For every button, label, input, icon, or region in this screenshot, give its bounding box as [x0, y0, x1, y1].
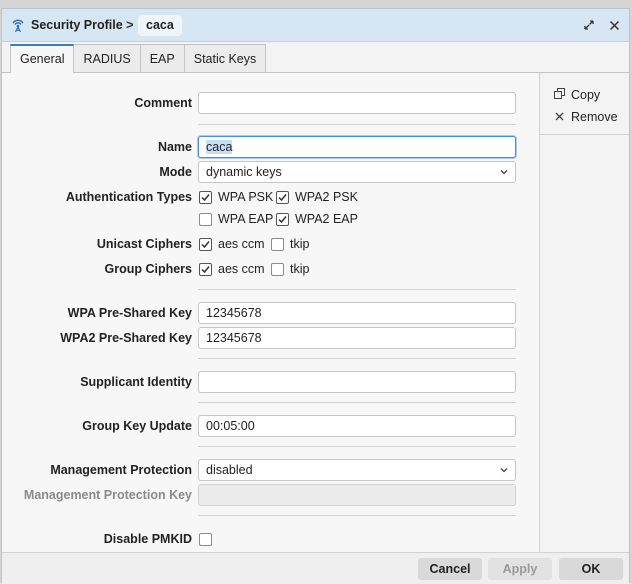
management-protection-select[interactable]: disabled — [198, 459, 516, 481]
checkbox-box — [271, 262, 284, 276]
auth-wpa2-eap-label: WPA2 EAP — [295, 212, 358, 226]
supplicant-identity-field[interactable] — [198, 371, 516, 393]
divider — [198, 289, 516, 290]
checkmark-icon — [199, 190, 212, 204]
divider — [198, 402, 516, 403]
restore-window-icon[interactable] — [582, 18, 596, 32]
dialog-footer: Cancel Apply OK — [2, 552, 629, 584]
divider — [198, 515, 516, 516]
wpa-psk-field[interactable]: 12345678 — [198, 302, 516, 324]
breadcrumb-separator: > — [126, 17, 134, 32]
close-icon[interactable] — [607, 18, 621, 32]
remove-label: Remove — [571, 110, 618, 124]
group-tkip-label: tkip — [290, 262, 310, 276]
name-field[interactable]: caca — [198, 136, 516, 158]
management-protection-key-field — [198, 484, 516, 506]
tab-eap[interactable]: EAP — [139, 44, 185, 72]
comment-field[interactable] — [198, 92, 516, 114]
wpa2-psk-label: WPA2 Pre-Shared Key — [60, 331, 192, 345]
unicast-aes-ccm-checkbox[interactable]: aes ccm — [199, 236, 265, 252]
auth-wpa-psk-checkbox[interactable]: WPA PSK — [199, 189, 273, 205]
mode-select-value: dynamic keys — [206, 165, 282, 179]
divider — [198, 358, 516, 359]
ok-button[interactable]: OK — [559, 558, 623, 580]
general-form: Comment Name caca Mode dynamic keys Auth… — [2, 72, 540, 552]
unicast-tkip-checkbox[interactable]: tkip — [271, 236, 309, 252]
profile-name-chip: caca — [138, 15, 182, 36]
auth-wpa-eap-label: WPA EAP — [218, 212, 274, 226]
tab-static-keys[interactable]: Static Keys — [183, 44, 267, 72]
tab-bar: General RADIUS EAP Static Keys — [10, 44, 267, 73]
cancel-button[interactable]: Cancel — [418, 558, 482, 580]
management-protection-value: disabled — [206, 463, 253, 477]
checkbox-box — [271, 237, 284, 251]
checkbox-box — [199, 532, 212, 546]
unicast-ciphers-label: Unicast Ciphers — [96, 237, 192, 251]
management-protection-key-label: Management Protection Key — [23, 488, 192, 502]
security-profile-dialog: Security Profile > caca General RADIUS E… — [1, 8, 630, 584]
checkmark-icon — [276, 190, 289, 204]
mode-label: Mode — [159, 165, 192, 179]
group-tkip-checkbox[interactable]: tkip — [271, 261, 309, 277]
titlebar: Security Profile > caca — [2, 9, 629, 42]
tab-general[interactable]: General — [10, 44, 75, 73]
copy-label: Copy — [571, 88, 601, 102]
wpa2-psk-field[interactable]: 12345678 — [198, 327, 516, 349]
tab-radius[interactable]: RADIUS — [73, 44, 141, 72]
remove-x-icon — [552, 108, 566, 126]
group-aes-ccm-label: aes ccm — [218, 262, 265, 276]
disable-pmkid-checkbox[interactable] — [199, 531, 218, 547]
remove-button[interactable]: Remove — [552, 108, 618, 126]
wireless-antenna-icon — [10, 17, 26, 33]
comment-label: Comment — [134, 96, 192, 110]
unicast-aes-ccm-label: aes ccm — [218, 237, 265, 251]
supplicant-identity-label: Supplicant Identity — [80, 375, 192, 389]
divider — [198, 446, 516, 447]
auth-wpa-eap-checkbox[interactable]: WPA EAP — [199, 211, 273, 227]
auth-types-label: Authentication Types — [65, 190, 192, 204]
auth-wpa2-psk-label: WPA2 PSK — [295, 190, 358, 204]
copy-icon — [552, 86, 566, 104]
checkmark-icon — [199, 237, 212, 251]
checkmark-icon — [276, 212, 289, 226]
group-key-update-field[interactable]: 00:05:00 — [198, 415, 516, 437]
auth-wpa2-psk-checkbox[interactable]: WPA2 PSK — [276, 189, 358, 205]
chevron-down-icon — [500, 162, 508, 190]
group-aes-ccm-checkbox[interactable]: aes ccm — [199, 261, 265, 277]
name-field-value: caca — [206, 140, 233, 154]
checkmark-icon — [199, 262, 212, 276]
apply-button[interactable]: Apply — [488, 558, 552, 580]
group-ciphers-label: Group Ciphers — [104, 262, 192, 276]
disable-pmkid-label: Disable PMKID — [103, 532, 192, 546]
action-sidebar: Copy Remove — [540, 72, 629, 552]
wpa-psk-label: WPA Pre-Shared Key — [67, 306, 192, 320]
copy-button[interactable]: Copy — [552, 86, 600, 104]
window-title: Security Profile — [31, 18, 123, 32]
auth-wpa-psk-label: WPA PSK — [218, 190, 274, 204]
group-key-update-label: Group Key Update — [82, 419, 192, 433]
name-label: Name — [157, 140, 192, 154]
divider — [540, 134, 629, 135]
unicast-tkip-label: tkip — [290, 237, 310, 251]
auth-wpa2-eap-checkbox[interactable]: WPA2 EAP — [276, 211, 358, 227]
mode-select[interactable]: dynamic keys — [198, 161, 516, 183]
divider — [198, 124, 516, 125]
checkbox-box — [199, 212, 212, 226]
management-protection-label: Management Protection — [50, 463, 192, 477]
